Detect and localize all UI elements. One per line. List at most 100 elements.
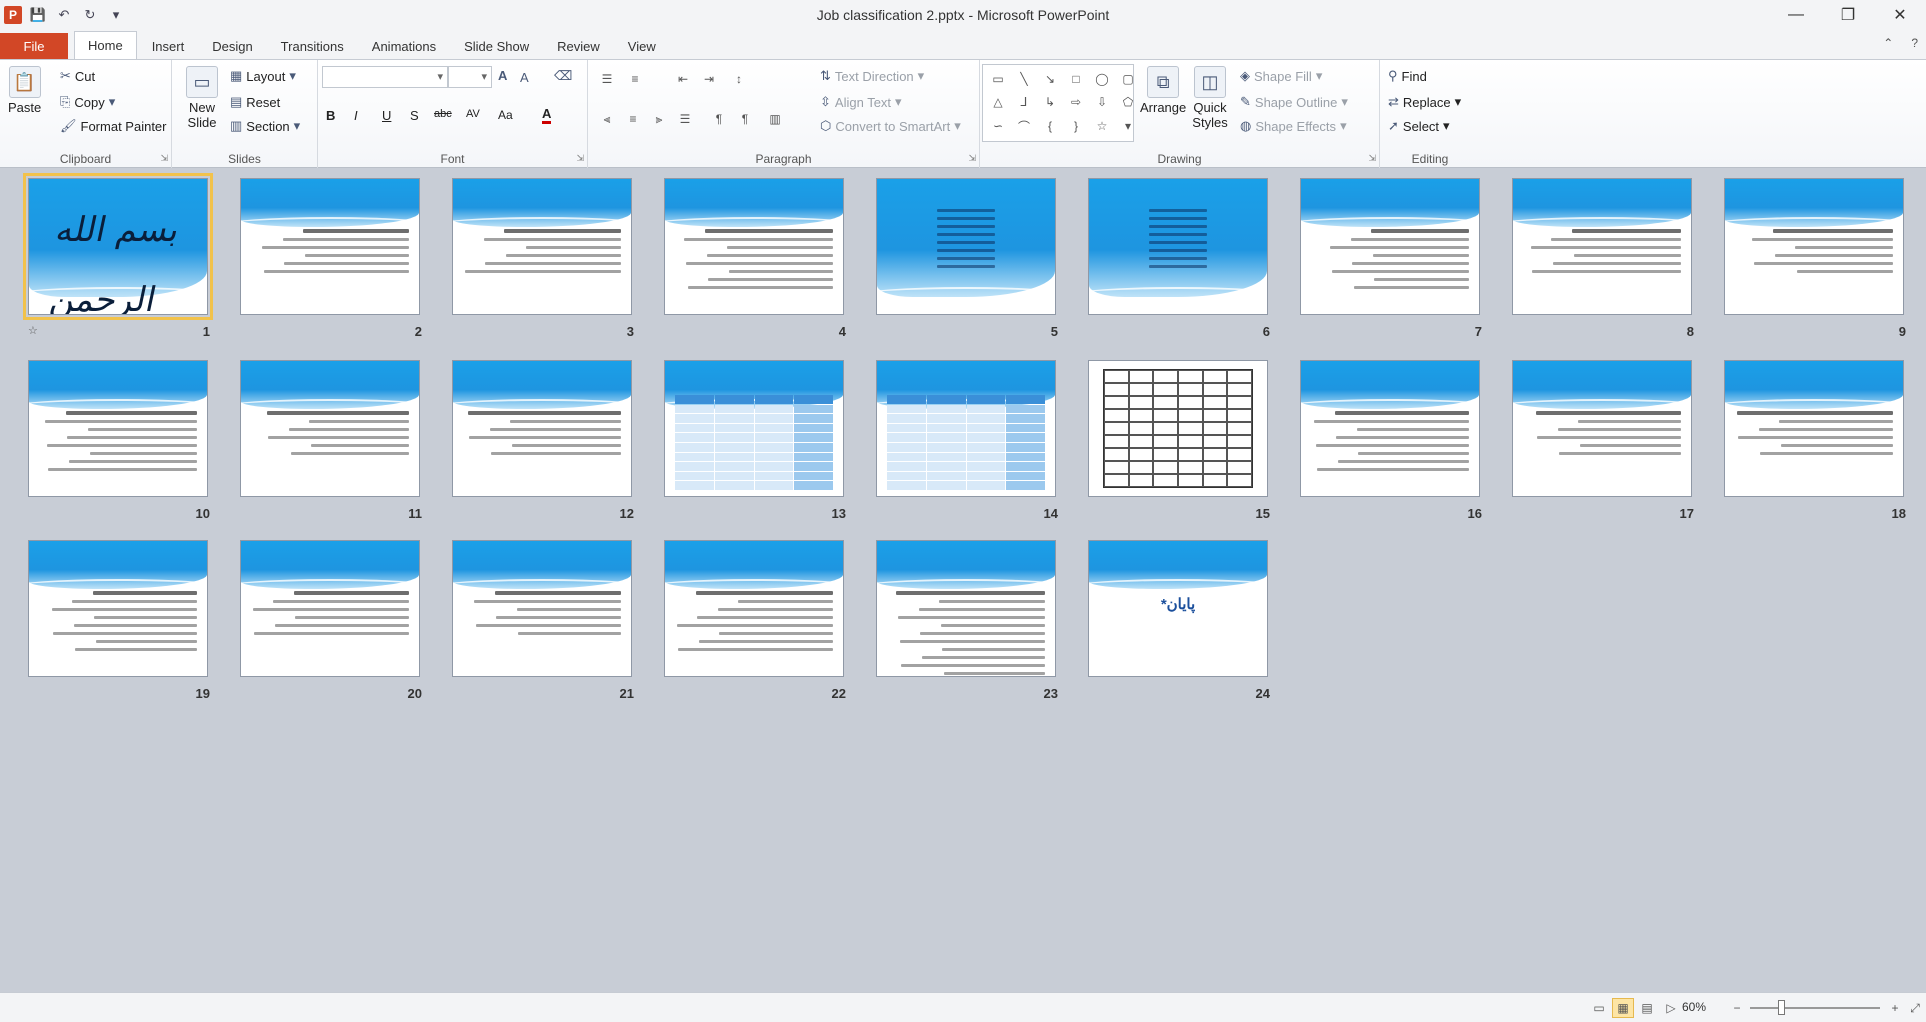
slide-show-view-icon[interactable]: ▷	[1660, 998, 1682, 1018]
slide-thumbnail[interactable]	[240, 178, 420, 315]
select-button[interactable]: ➚ Select ▾	[1388, 118, 1450, 134]
slide-thumbnail[interactable]	[664, 540, 844, 677]
align-center-button[interactable]: ≡	[622, 108, 644, 130]
clear-formatting-button[interactable]: ⌫	[554, 68, 572, 84]
dialog-launcher-icon[interactable]: ⇲	[968, 153, 976, 164]
numbering-button[interactable]: ≡	[624, 68, 646, 90]
arrange-button[interactable]: ⧉ Arrange	[1140, 66, 1186, 115]
reset-button[interactable]: ▤ Reset	[230, 94, 280, 110]
zoom-slider-thumb[interactable]	[1778, 1000, 1785, 1015]
right-arrow-shape-icon[interactable]: ⇨	[1064, 91, 1088, 112]
underline-button[interactable]: U	[382, 108, 391, 123]
section-button[interactable]: ▥ Section ▾	[230, 118, 300, 134]
save-icon[interactable]: 💾	[28, 5, 48, 25]
slide-thumbnail[interactable]	[876, 178, 1056, 315]
zoom-out-button[interactable]: −	[1726, 998, 1748, 1018]
paste-button[interactable]: 📋 Paste	[8, 66, 41, 115]
slide-thumbnail[interactable]	[1300, 360, 1480, 497]
font-name-combo[interactable]: ▾	[322, 66, 448, 88]
slide-thumbnail[interactable]	[876, 360, 1056, 497]
grow-font-button[interactable]: A	[498, 68, 507, 83]
replace-button[interactable]: ⇄ Replace ▾	[1388, 94, 1461, 110]
restore-button[interactable]: ❐	[1822, 0, 1874, 30]
dialog-launcher-icon[interactable]: ⇲	[1368, 153, 1376, 164]
columns-button[interactable]: ▥	[764, 108, 786, 130]
slide-thumbnail[interactable]	[1724, 360, 1904, 497]
text-direction-button[interactable]: ⇅ Text Direction ▾	[820, 68, 924, 84]
zoom-level[interactable]: 60%	[1682, 1000, 1706, 1014]
arc-shape-icon[interactable]: ⌒	[1012, 114, 1036, 138]
strikethrough-button[interactable]: abc	[434, 108, 452, 120]
shapes-gallery[interactable]: ▭ ╲ ↘ □ ◯ ▢ △ ⅃ ↳ ⇨ ⇩ ⬠ ∽ ⌒ { } ☆ ▾	[982, 64, 1134, 142]
brace-left-icon[interactable]: {	[1038, 114, 1062, 138]
new-slide-button[interactable]: ▭ New Slide	[180, 66, 224, 130]
minimize-button[interactable]: —	[1770, 0, 1822, 30]
brace-right-icon[interactable]: }	[1064, 114, 1088, 138]
slide-thumbnail[interactable]	[240, 540, 420, 677]
slide-thumbnail[interactable]	[664, 178, 844, 315]
elbow-connector-icon[interactable]: ⅃	[1012, 91, 1036, 112]
slide-thumbnail[interactable]	[1724, 178, 1904, 315]
close-button[interactable]: ✕	[1874, 0, 1926, 30]
zoom-in-button[interactable]: +	[1884, 998, 1906, 1018]
tab-review[interactable]: Review	[544, 33, 613, 59]
line-shape-icon[interactable]: ╲	[1012, 68, 1036, 89]
font-size-combo[interactable]: ▾	[448, 66, 492, 88]
dialog-launcher-icon[interactable]: ⇲	[160, 153, 168, 164]
tab-file[interactable]: File	[0, 33, 68, 59]
tab-animations[interactable]: Animations	[359, 33, 449, 59]
character-spacing-button[interactable]: AV	[466, 108, 480, 120]
tab-home[interactable]: Home	[74, 31, 137, 59]
slide-thumbnail[interactable]	[664, 360, 844, 497]
line-spacing-button[interactable]: ↕	[728, 68, 750, 90]
undo-icon[interactable]: ↶	[54, 5, 74, 25]
triangle-shape-icon[interactable]: △	[986, 91, 1010, 112]
slide-thumbnail[interactable]	[240, 360, 420, 497]
slide-thumbnail[interactable]	[1088, 360, 1268, 497]
find-button[interactable]: ⚲ Find	[1388, 68, 1427, 84]
ltr-button[interactable]: ¶	[734, 108, 756, 130]
redo-icon[interactable]: ↻	[80, 5, 100, 25]
bold-button[interactable]: B	[326, 108, 335, 123]
convert-smartart-button[interactable]: ⬡ Convert to SmartArt ▾	[820, 118, 961, 134]
slide-thumbnail[interactable]	[1088, 178, 1268, 315]
slide-thumbnail[interactable]	[1300, 178, 1480, 315]
increase-indent-button[interactable]: ⇥	[698, 68, 720, 90]
slide-thumbnail[interactable]: بسم الله الرحمن الرحیم	[23, 173, 213, 320]
textbox-shape-icon[interactable]: ▭	[986, 68, 1010, 89]
cut-button[interactable]: ✂ Cut	[60, 68, 95, 84]
minimize-ribbon-icon[interactable]: ⌃	[1883, 36, 1893, 50]
dialog-launcher-icon[interactable]: ⇲	[576, 153, 584, 164]
pentagon-shape-icon[interactable]: ⬠	[1116, 91, 1140, 112]
tab-transitions[interactable]: Transitions	[268, 33, 357, 59]
shadow-button[interactable]: S	[410, 108, 419, 123]
justify-button[interactable]: ☰	[674, 108, 696, 130]
connector-icon[interactable]: ↳	[1038, 91, 1062, 112]
tab-slide-show[interactable]: Slide Show	[451, 33, 542, 59]
customize-qat-icon[interactable]: ▾	[106, 5, 126, 25]
help-icon[interactable]: ?	[1911, 36, 1918, 50]
align-text-button[interactable]: ⇳ Align Text ▾	[820, 94, 902, 110]
rectangle-shape-icon[interactable]: □	[1064, 68, 1088, 89]
italic-button[interactable]: I	[354, 108, 358, 123]
slide-sorter-view-icon[interactable]: ▦	[1612, 998, 1634, 1018]
fit-to-window-icon[interactable]: ⤢	[1904, 998, 1926, 1018]
shape-effects-button[interactable]: ◍ Shape Effects ▾	[1240, 118, 1347, 134]
slide-thumbnail[interactable]: *پایان	[1088, 540, 1268, 677]
shape-outline-button[interactable]: ✎ Shape Outline ▾	[1240, 94, 1348, 110]
oval-shape-icon[interactable]: ◯	[1090, 68, 1114, 89]
decrease-indent-button[interactable]: ⇤	[672, 68, 694, 90]
slide-thumbnail[interactable]	[452, 178, 632, 315]
slide-thumbnail[interactable]	[876, 540, 1056, 677]
powerpoint-app-icon[interactable]: P	[4, 6, 22, 24]
copy-button[interactable]: ⎘ Copy ▾	[60, 94, 115, 110]
slide-thumbnail[interactable]	[1512, 360, 1692, 497]
shrink-font-button[interactable]: A	[520, 70, 529, 85]
layout-button[interactable]: ▦ Layout ▾	[230, 68, 296, 84]
format-painter-button[interactable]: 🖌 Format Painter	[60, 118, 167, 134]
rounded-rect-shape-icon[interactable]: ▢	[1116, 68, 1140, 89]
tab-design[interactable]: Design	[199, 33, 265, 59]
shape-fill-button[interactable]: ◈ Shape Fill ▾	[1240, 68, 1322, 84]
tab-insert[interactable]: Insert	[139, 33, 198, 59]
normal-view-icon[interactable]: ▭	[1588, 998, 1610, 1018]
